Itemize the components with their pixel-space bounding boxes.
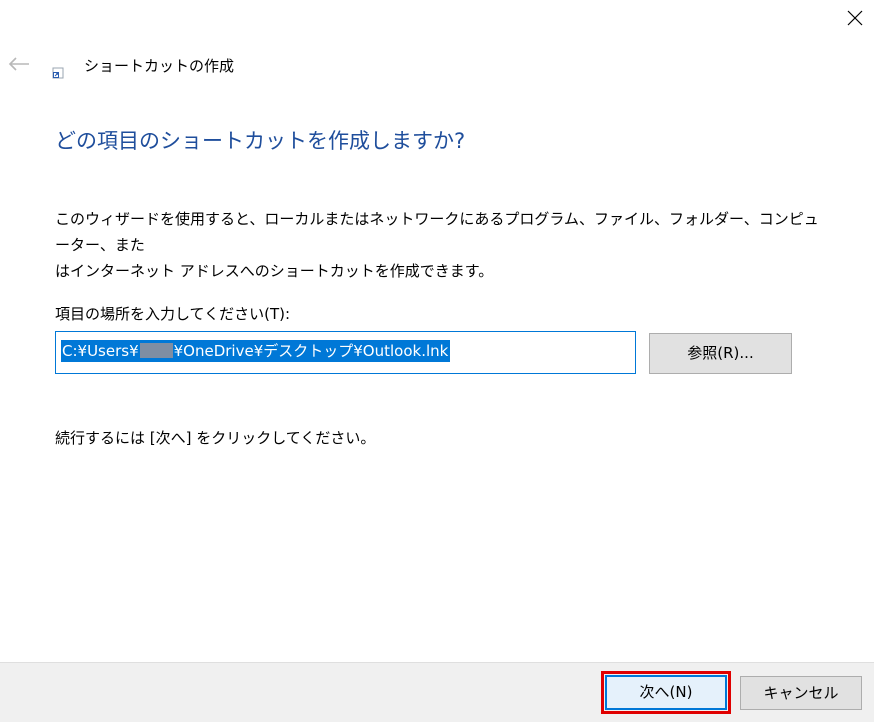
close-button[interactable] bbox=[836, 0, 874, 36]
page-heading: どの項目のショートカットを作成しますか? bbox=[55, 129, 466, 153]
continue-instruction: 続行するには [次へ] をクリックしてください。 bbox=[55, 429, 376, 447]
window-title: ショートカットの作成 bbox=[84, 57, 235, 75]
redacted-username bbox=[139, 343, 173, 358]
shortcut-icon bbox=[52, 64, 64, 79]
location-input[interactable]: C:¥Users¥ ¥OneDrive¥デスクトップ¥Outlook.lnk bbox=[55, 331, 636, 374]
browse-button[interactable]: 参照(R)... bbox=[649, 333, 792, 374]
location-input-value: C:¥Users¥ ¥OneDrive¥デスクトップ¥Outlook.lnk bbox=[61, 340, 451, 362]
wizard-description: このウィザードを使用すると、ローカルまたはネットワークにあるプログラム、ファイル… bbox=[55, 206, 825, 284]
back-button[interactable] bbox=[6, 53, 34, 77]
cancel-button[interactable]: キャンセル bbox=[740, 676, 862, 710]
description-line-1: このウィザードを使用すると、ローカルまたはネットワークにあるプログラム、ファイル… bbox=[55, 210, 819, 254]
description-line-2: はインターネット アドレスへのショートカットを作成できます。 bbox=[55, 262, 494, 280]
close-icon bbox=[847, 10, 863, 26]
location-value-prefix: C:¥Users¥ bbox=[62, 342, 139, 360]
location-value-suffix: ¥OneDrive¥デスクトップ¥Outlook.lnk bbox=[173, 342, 449, 360]
back-arrow-icon bbox=[8, 57, 29, 71]
location-label: 項目の場所を入力してください(T): bbox=[55, 305, 291, 323]
next-button[interactable]: 次へ(N) bbox=[605, 675, 727, 710]
